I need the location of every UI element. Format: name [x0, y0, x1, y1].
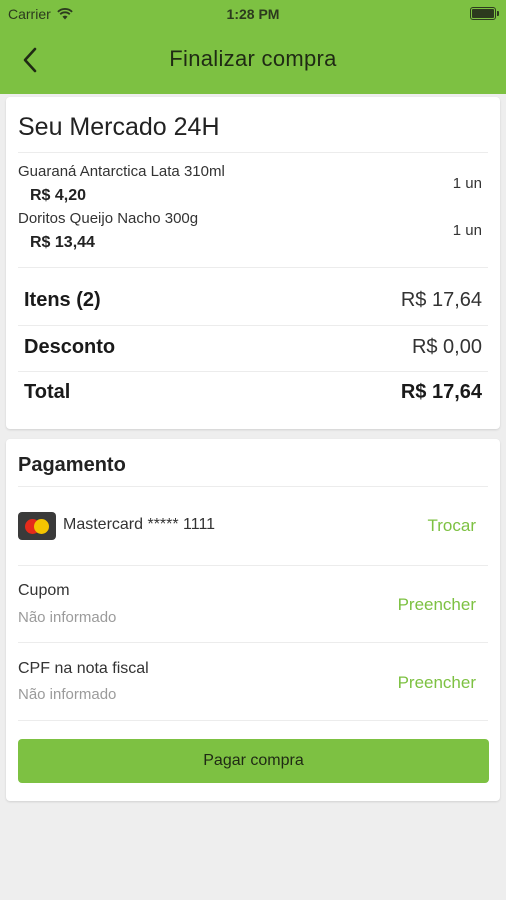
total-label: Total	[24, 381, 71, 403]
store-name: Seu Mercado 24H	[18, 113, 220, 141]
battery-icon	[470, 7, 499, 20]
item-price: R$ 4,20	[30, 187, 87, 204]
divider	[18, 371, 488, 372]
status-bar: Carrier 1:28 PM	[0, 0, 506, 28]
cpf-value: Não informado	[18, 686, 117, 703]
items-subtotal-value: R$ 17,64	[400, 289, 482, 311]
change-payment-button[interactable]: Trocar	[428, 516, 477, 536]
payment-method-label: Mastercard ***** 1111	[63, 516, 216, 533]
discount-value: R$ 0,00	[411, 336, 482, 358]
pay-button[interactable]: Pagar compra	[18, 739, 489, 783]
divider	[18, 642, 488, 643]
fill-coupon-button[interactable]: Preencher	[398, 595, 476, 615]
nav-bar: Finalizar compra	[0, 28, 506, 94]
top-bar: Carrier 1:28 PM Finalizar compra	[0, 0, 506, 94]
divider	[18, 565, 488, 566]
items-total-row: Itens (2) R$ 17,64	[24, 289, 482, 319]
order-summary-card: Seu Mercado 24H Guaraná Antarctica Lata …	[6, 97, 500, 429]
divider	[18, 720, 488, 721]
item-name: Guaraná Antarctica Lata 310ml	[18, 163, 225, 180]
divider	[18, 152, 488, 153]
item-price: R$ 13,44	[30, 234, 95, 251]
page-title: Finalizar compra	[169, 46, 337, 71]
discount-label: Desconto	[24, 336, 116, 358]
divider	[18, 267, 488, 268]
payment-card: Pagamento Mastercard ***** 1111 Trocar C…	[6, 439, 500, 801]
item-name: Doritos Queijo Nacho 300g	[18, 210, 199, 227]
status-time: 1:28 PM	[226, 6, 280, 22]
total-row: Total R$ 17,64	[24, 381, 482, 411]
item-quantity: 1 un	[452, 175, 482, 192]
list-item: Guaraná Antarctica Lata 310ml R$ 4,20 1 …	[18, 163, 482, 211]
item-quantity: 1 un	[452, 222, 482, 239]
discount-row: Desconto R$ 0,00	[24, 336, 482, 366]
fill-cpf-button[interactable]: Preencher	[398, 673, 476, 693]
divider	[18, 486, 488, 487]
coupon-label: Cupom	[18, 582, 70, 599]
cpf-label: CPF na nota fiscal	[18, 660, 149, 677]
divider	[18, 325, 488, 326]
mastercard-icon	[18, 512, 56, 540]
items-count-label: Itens (2)	[24, 289, 101, 311]
total-value: R$ 17,64	[400, 381, 482, 403]
list-item: Doritos Queijo Nacho 300g R$ 13,44 1 un	[18, 210, 482, 258]
coupon-value: Não informado	[18, 609, 117, 626]
payment-title: Pagamento	[18, 454, 126, 476]
